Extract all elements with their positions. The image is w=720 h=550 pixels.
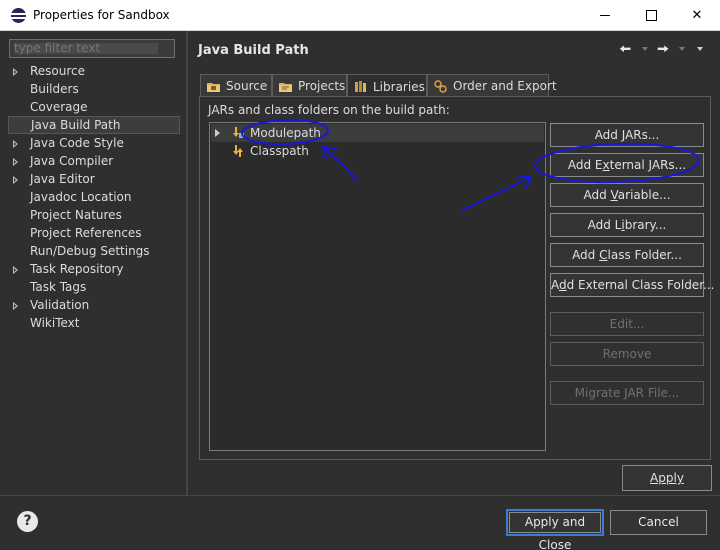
tree-item-modulepath[interactable]: Modulepath: [211, 124, 544, 142]
filter-placeholder: type filter text: [14, 41, 101, 55]
tab-projects[interactable]: Projects: [272, 74, 347, 97]
tree-item-label: Modulepath: [250, 126, 321, 140]
modulepath-icon: [231, 126, 245, 140]
expand-arrow-icon[interactable]: [13, 68, 18, 76]
order-export-icon: [433, 79, 448, 94]
title-bar: Properties for Sandbox: [0, 0, 720, 31]
back-arrow-icon[interactable]: 🠨: [619, 40, 631, 58]
sidebar-item-run-debug-settings[interactable]: Run/Debug Settings: [8, 242, 180, 260]
filter-input[interactable]: type filter text: [9, 39, 175, 58]
tree-item-classpath[interactable]: Classpath: [211, 142, 544, 160]
migrate-jar-button[interactable]: Migrate JAR File...: [550, 381, 704, 405]
sidebar-item-label: Java Code Style: [30, 136, 124, 150]
sidebar-item-label: WikiText: [30, 316, 80, 330]
footer-separator: [0, 495, 720, 496]
expand-arrow-icon[interactable]: [13, 140, 18, 148]
minimize-icon[interactable]: [582, 0, 628, 30]
help-icon[interactable]: ?: [17, 511, 38, 532]
sidebar-item-task-repository[interactable]: Task Repository: [8, 260, 180, 278]
window-title: Properties for Sandbox: [33, 8, 170, 22]
tab-source[interactable]: Source: [200, 74, 272, 97]
sidebar-item-wikitext[interactable]: WikiText: [8, 314, 180, 332]
projects-folder-icon: [278, 79, 293, 94]
sidebar-item-project-references[interactable]: Project References: [8, 224, 180, 242]
build-path-tree[interactable]: Modulepath Classpath: [209, 122, 546, 451]
sidebar-item-java-editor[interactable]: Java Editor: [8, 170, 180, 188]
sidebar-item-label: Validation: [30, 298, 90, 312]
sidebar-item-task-tags[interactable]: Task Tags: [8, 278, 180, 296]
sidebar-item-label: Coverage: [30, 100, 88, 114]
build-path-section-label: JARs and class folders on the build path…: [208, 103, 450, 117]
edit-button[interactable]: Edit...: [550, 312, 704, 336]
sidebar-item-label: Project Natures: [30, 208, 122, 222]
history-navigation: 🠨 🠪: [617, 40, 712, 58]
view-menu-chevron-icon[interactable]: [697, 47, 703, 51]
forward-menu-chevron-icon[interactable]: [679, 47, 685, 51]
add-library-button[interactable]: Add Library...: [550, 213, 704, 237]
sidebar-item-label: Resource: [30, 64, 86, 78]
tab-libraries[interactable]: Libraries: [347, 74, 427, 98]
eclipse-icon: [11, 8, 26, 23]
sidebar-item-label: Run/Debug Settings: [30, 244, 150, 258]
panel-sash[interactable]: [186, 31, 188, 495]
sidebar-item-label: Task Tags: [30, 280, 87, 294]
tab-label: Projects: [298, 79, 346, 93]
sidebar-item-project-natures[interactable]: Project Natures: [8, 206, 180, 224]
apply-label: Apply: [650, 471, 684, 485]
close-icon[interactable]: [674, 0, 720, 30]
sidebar-item-java-code-style[interactable]: Java Code Style: [8, 134, 180, 152]
sidebar-item-javadoc-location[interactable]: Javadoc Location: [8, 188, 180, 206]
source-folder-icon: [206, 79, 221, 94]
sidebar-item-label: Java Build Path: [31, 118, 121, 132]
sidebar-item-label: Java Editor: [30, 172, 95, 186]
apply-button[interactable]: Apply: [622, 465, 712, 491]
sidebar-item-label: Task Repository: [30, 262, 124, 276]
tab-order-and-export[interactable]: Order and Export: [427, 74, 557, 97]
apply-and-close-button[interactable]: Apply and Close: [506, 509, 604, 550]
sidebar-item-builders[interactable]: Builders: [8, 80, 180, 98]
add-jars-button[interactable]: Add JARs...: [550, 123, 704, 147]
sidebar-item-java-compiler[interactable]: Java Compiler: [8, 152, 180, 170]
tab-label: Libraries: [373, 79, 425, 94]
add-external-class-folder-button[interactable]: Add External Class Folder...: [550, 273, 714, 297]
page-title: Java Build Path: [198, 43, 309, 58]
classpath-icon: [231, 144, 245, 158]
preference-tree: Resource Builders Coverage Java Build Pa…: [8, 62, 180, 494]
sidebar-item-label: Builders: [30, 82, 79, 96]
tree-item-label: Classpath: [250, 144, 309, 158]
cancel-button[interactable]: Cancel: [610, 510, 707, 535]
expand-arrow-icon[interactable]: [13, 302, 18, 310]
expand-arrow-icon[interactable]: [13, 158, 18, 166]
sidebar-item-resource[interactable]: Resource: [8, 62, 180, 80]
forward-arrow-icon[interactable]: 🠪: [657, 40, 669, 58]
expand-arrow-icon[interactable]: [215, 129, 220, 137]
sidebar-item-java-build-path[interactable]: Java Build Path: [8, 116, 180, 134]
tab-label: Source: [226, 79, 268, 93]
add-variable-button[interactable]: Add Variable...: [550, 183, 704, 207]
sidebar-item-validation[interactable]: Validation: [8, 296, 180, 314]
back-menu-chevron-icon[interactable]: [642, 47, 648, 51]
add-external-jars-button[interactable]: Add External JARs...: [550, 153, 704, 177]
sidebar-item-label: Project References: [30, 226, 142, 240]
expand-arrow-icon[interactable]: [13, 266, 18, 274]
libraries-icon: [353, 79, 368, 94]
sidebar-item-label: Java Compiler: [30, 154, 114, 168]
expand-arrow-icon[interactable]: [13, 176, 18, 184]
tab-label: Order and Export: [453, 79, 557, 93]
remove-button[interactable]: Remove: [550, 342, 704, 366]
add-class-folder-button[interactable]: Add Class Folder...: [550, 243, 704, 267]
sidebar-item-coverage[interactable]: Coverage: [8, 98, 180, 116]
sidebar-item-label: Javadoc Location: [30, 190, 132, 204]
maximize-icon[interactable]: [628, 0, 674, 30]
